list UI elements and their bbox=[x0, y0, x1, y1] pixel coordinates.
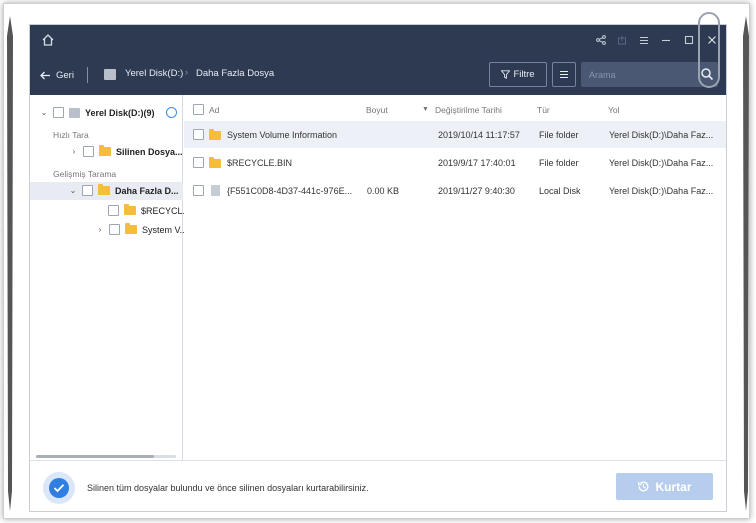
menu-icon[interactable] bbox=[637, 33, 651, 47]
tree-item-checkbox[interactable] bbox=[108, 205, 119, 216]
column-header-type[interactable]: Tür bbox=[537, 105, 550, 115]
column-header-date[interactable]: Değiştirilme Tarihi bbox=[435, 105, 502, 115]
chevron-right-icon: › bbox=[185, 67, 188, 77]
tree-item-label: Daha Fazla D... bbox=[115, 185, 179, 196]
row-type: Local Disk bbox=[539, 186, 581, 196]
restore-icon bbox=[638, 481, 649, 492]
row-path: Yerel Disk(D:)\Daha Faz... bbox=[609, 130, 714, 140]
upload-icon[interactable] bbox=[615, 33, 629, 47]
list-icon bbox=[560, 70, 568, 79]
folder-icon bbox=[124, 204, 136, 215]
table-row[interactable]: $RECYCLE.BIN 2019/9/17 17:40:01 File fol… bbox=[184, 149, 726, 176]
disk-icon bbox=[104, 69, 116, 80]
tree-item-label: Silinen Dosya... bbox=[116, 146, 183, 157]
left-edge-ornament bbox=[7, 16, 13, 511]
disk-icon bbox=[69, 107, 80, 118]
back-label: Geri bbox=[56, 69, 74, 81]
tree-item-more-files[interactable]: ⌄ Daha Fazla D... bbox=[69, 184, 179, 196]
row-type: File folder bbox=[539, 158, 579, 168]
recover-button[interactable]: Kurtar bbox=[616, 473, 713, 500]
folder-icon bbox=[98, 184, 110, 195]
navigation-bar: Geri Yerel Disk(D:) › Daha Fazla Dosya F… bbox=[30, 55, 726, 95]
chevron-right-icon[interactable]: › bbox=[96, 225, 104, 234]
status-footer: Silinen tüm dosyalar bulundu ve önce sil… bbox=[30, 460, 726, 511]
status-check-badge bbox=[43, 472, 75, 504]
row-checkbox[interactable] bbox=[193, 185, 204, 196]
callout-highlight bbox=[698, 12, 720, 88]
chevron-down-icon[interactable]: ⌄ bbox=[40, 108, 48, 117]
breadcrumb-disk[interactable]: Yerel Disk(D:) bbox=[125, 68, 183, 79]
recover-label: Kurtar bbox=[655, 479, 692, 494]
folder-icon bbox=[99, 145, 111, 156]
minimize-icon[interactable] bbox=[659, 33, 673, 47]
tree-root-label: Yerel Disk(D:)(9) bbox=[85, 107, 155, 118]
folder-icon bbox=[209, 129, 221, 140]
row-name: System Volume Information bbox=[227, 130, 338, 140]
tree-item-checkbox[interactable] bbox=[109, 224, 120, 235]
breadcrumb-folder[interactable]: Daha Fazla Dosya bbox=[196, 68, 274, 79]
scrollbar-thumb[interactable] bbox=[36, 455, 154, 458]
app-window: Geri Yerel Disk(D:) › Daha Fazla Dosya F… bbox=[29, 24, 727, 512]
clock-icon[interactable] bbox=[166, 107, 177, 118]
funnel-icon bbox=[501, 70, 511, 79]
tree-item-checkbox[interactable] bbox=[83, 146, 94, 157]
tree-item-checkbox[interactable] bbox=[82, 185, 93, 196]
nav-divider bbox=[87, 67, 88, 83]
tree-item-label: System V... bbox=[142, 224, 188, 235]
title-bar bbox=[30, 25, 726, 55]
filter-button[interactable]: Filtre bbox=[489, 62, 547, 87]
tree-root-checkbox[interactable] bbox=[53, 107, 64, 118]
arrow-left-icon bbox=[40, 71, 50, 79]
tree-root[interactable]: ⌄ Yerel Disk(D:)(9) bbox=[40, 107, 155, 118]
filter-label: Filtre bbox=[513, 69, 535, 80]
chevron-right-icon[interactable]: › bbox=[70, 147, 78, 156]
folder-icon bbox=[125, 223, 137, 234]
row-path: Yerel Disk(D:)\Daha Faz... bbox=[609, 186, 714, 196]
sidebar-scrollbar[interactable] bbox=[30, 453, 182, 459]
column-header-name[interactable]: Ad bbox=[209, 105, 219, 115]
maximize-icon[interactable] bbox=[682, 33, 696, 47]
sort-down-icon[interactable]: ▼ bbox=[422, 106, 429, 113]
search-input[interactable] bbox=[581, 62, 696, 87]
home-icon[interactable] bbox=[41, 33, 55, 47]
row-date: 2019/11/27 9:40:30 bbox=[438, 186, 515, 196]
row-date: 2019/9/17 17:40:01 bbox=[438, 158, 516, 168]
deep-scan-label: Gelişmiş Tarama bbox=[53, 169, 117, 179]
back-button[interactable]: Geri bbox=[40, 67, 74, 83]
file-icon bbox=[211, 185, 220, 196]
row-path: Yerel Disk(D:)\Daha Faz... bbox=[609, 158, 714, 168]
folder-icon bbox=[209, 157, 221, 168]
tree-item-recycle[interactable]: $RECYCL... bbox=[108, 204, 191, 216]
table-row[interactable]: System Volume Information 2019/10/14 11:… bbox=[184, 121, 726, 148]
chevron-down-icon[interactable]: ⌄ bbox=[69, 186, 77, 195]
row-checkbox[interactable] bbox=[193, 157, 204, 168]
quick-scan-label: Hızlı Tara bbox=[53, 130, 89, 140]
right-edge-ornament bbox=[743, 16, 749, 511]
column-header-path[interactable]: Yol bbox=[608, 105, 620, 115]
table-row[interactable]: {F551C0D8-4D37-441c-976E... 0.00 KB 2019… bbox=[184, 177, 726, 204]
file-list: Ad Boyut ▼ Değiştirilme Tarihi Tür Yol S… bbox=[184, 95, 726, 460]
tree-item-system-volume[interactable]: › System V... bbox=[96, 223, 188, 235]
folder-tree: ⌄ Yerel Disk(D:)(9) Hızlı Tara › Silinen… bbox=[30, 95, 190, 460]
tree-item-label: $RECYCL... bbox=[141, 205, 191, 216]
checkmark-icon bbox=[53, 484, 65, 493]
row-size: 0.00 KB bbox=[367, 186, 400, 196]
row-name: {F551C0D8-4D37-441c-976E... bbox=[227, 186, 353, 196]
row-date: 2019/10/14 11:17:57 bbox=[438, 130, 520, 140]
column-header-size[interactable]: Boyut bbox=[366, 105, 388, 115]
row-checkbox[interactable] bbox=[193, 129, 204, 140]
status-message: Silinen tüm dosyalar bulundu ve önce sil… bbox=[87, 483, 369, 493]
tree-item-deleted-files[interactable]: › Silinen Dosya... bbox=[70, 145, 183, 157]
share-icon[interactable] bbox=[594, 33, 608, 47]
row-name: $RECYCLE.BIN bbox=[227, 158, 293, 168]
row-type: File folder bbox=[539, 130, 579, 140]
select-all-checkbox[interactable] bbox=[193, 104, 204, 115]
view-menu-button[interactable] bbox=[552, 62, 576, 87]
